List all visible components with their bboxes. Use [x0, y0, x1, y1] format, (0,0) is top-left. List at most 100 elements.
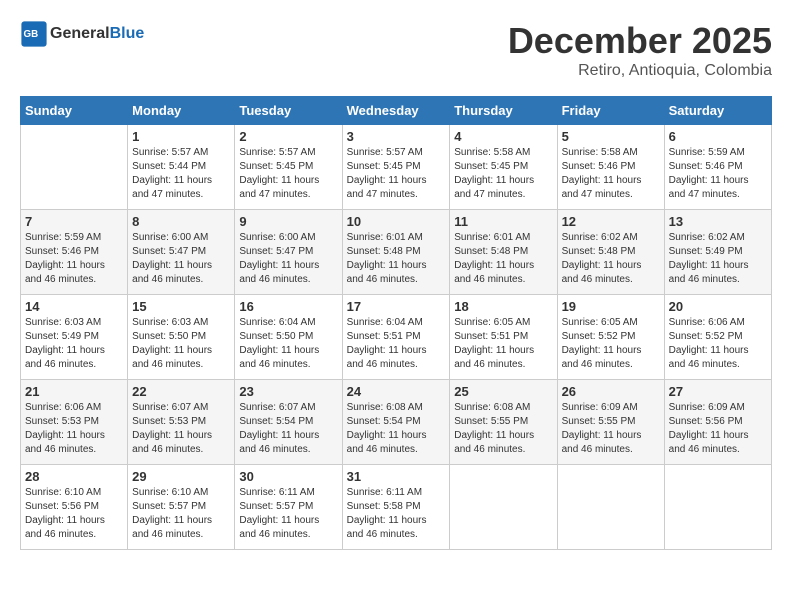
calendar-cell: 17Sunrise: 6:04 AM Sunset: 5:51 PM Dayli… — [342, 295, 450, 380]
calendar-cell: 31 Sunrise: 6:11 AM Sunset: 5:58 PM Dayli… — [342, 465, 450, 550]
day-number: 10 — [347, 214, 446, 229]
day-info: Sunrise: 6:08 AM Sunset: 5:54 PM Dayligh… — [347, 401, 446, 457]
weekday-header-sunday: Sunday — [21, 97, 128, 125]
weekday-header-thursday: Thursday — [450, 97, 557, 125]
calendar-cell: 16 Sunrise: 6:04 AM Sunset: 5:50 PM Dayli… — [235, 295, 342, 380]
calendar-cell: 14Sunrise: 6:03 AM Sunset: 5:49 PM Dayli… — [21, 295, 128, 380]
day-number: 16 — [239, 299, 337, 314]
calendar-cell — [21, 125, 128, 210]
calendar-cell: 12 Sunrise: 6:02 AM Sunset: 5:48 PM Dayli… — [557, 210, 664, 295]
calendar-cell: 2Sunrise: 5:57 AM Sunset: 5:45 PM Daylig… — [235, 125, 342, 210]
day-info: Sunrise: 6:04 AM Sunset: 5:50 PM Dayligh… — [239, 316, 337, 372]
day-info: Sunrise: 6:06 AM Sunset: 5:53 PM Dayligh… — [25, 401, 123, 457]
day-info: Sunrise: 5:59 AM Sunset: 5:46 PM Dayligh… — [25, 231, 123, 287]
logo-text-general: General — [50, 25, 110, 42]
day-number: 29 — [132, 469, 230, 484]
day-number: 28 — [25, 469, 123, 484]
calendar-cell: 9 Sunrise: 6:00 AM Sunset: 5:47 PM Daylig… — [235, 210, 342, 295]
calendar-cell: 30 Sunrise: 6:11 AM Sunset: 5:57 PM Dayli… — [235, 465, 342, 550]
month-title: December 2025 — [508, 20, 772, 62]
day-number: 30 — [239, 469, 337, 484]
day-info: Sunrise: 6:00 AM Sunset: 5:47 PM Dayligh… — [132, 231, 230, 287]
calendar-cell: 27 Sunrise: 6:09 AM Sunset: 5:56 PM Dayli… — [664, 380, 771, 465]
day-info: Sunrise: 6:01 AM Sunset: 5:48 PM Dayligh… — [347, 231, 446, 287]
calendar-cell: 13 Sunrise: 6:02 AM Sunset: 5:49 PM Dayli… — [664, 210, 771, 295]
calendar-cell: 11 Sunrise: 6:01 AM Sunset: 5:48 PM Dayli… — [450, 210, 557, 295]
day-info: Sunrise: 6:02 AM Sunset: 5:49 PM Dayligh… — [669, 231, 767, 287]
day-number: 4 — [454, 129, 552, 144]
calendar-cell: 21Sunrise: 6:06 AM Sunset: 5:53 PM Dayli… — [21, 380, 128, 465]
logo-text-blue: Blue — [110, 25, 145, 42]
day-info: Sunrise: 6:07 AM Sunset: 5:54 PM Dayligh… — [239, 401, 337, 457]
calendar-cell: 3Sunrise: 5:57 AM Sunset: 5:45 PM Daylig… — [342, 125, 450, 210]
svg-text:GB: GB — [24, 29, 39, 40]
weekday-header-tuesday: Tuesday — [235, 97, 342, 125]
calendar-cell: 1 Sunrise: 5:57 AM Sunset: 5:44 PM Daylig… — [128, 125, 235, 210]
calendar-week-3: 14Sunrise: 6:03 AM Sunset: 5:49 PM Dayli… — [21, 295, 772, 380]
calendar-cell — [557, 465, 664, 550]
day-info: Sunrise: 6:07 AM Sunset: 5:53 PM Dayligh… — [132, 401, 230, 457]
calendar-cell: 19 Sunrise: 6:05 AM Sunset: 5:52 PM Dayli… — [557, 295, 664, 380]
day-info: Sunrise: 6:03 AM Sunset: 5:50 PM Dayligh… — [132, 316, 230, 372]
day-info: Sunrise: 6:09 AM Sunset: 5:56 PM Dayligh… — [669, 401, 767, 457]
day-number: 6 — [669, 129, 767, 144]
day-number: 31 — [347, 469, 446, 484]
calendar-cell — [664, 465, 771, 550]
weekday-header-row: SundayMondayTuesdayWednesdayThursdayFrid… — [21, 97, 772, 125]
calendar-cell: 15 Sunrise: 6:03 AM Sunset: 5:50 PM Dayli… — [128, 295, 235, 380]
calendar-week-1: 1 Sunrise: 5:57 AM Sunset: 5:44 PM Daylig… — [21, 125, 772, 210]
day-number: 13 — [669, 214, 767, 229]
day-info: Sunrise: 5:57 AM Sunset: 5:45 PM Dayligh… — [239, 146, 337, 202]
day-number: 17 — [347, 299, 446, 314]
logo-icon: GB — [20, 20, 48, 48]
day-number: 11 — [454, 214, 552, 229]
calendar-cell: 29 Sunrise: 6:10 AM Sunset: 5:57 PM Dayli… — [128, 465, 235, 550]
calendar-week-4: 21Sunrise: 6:06 AM Sunset: 5:53 PM Dayli… — [21, 380, 772, 465]
calendar-cell: 18 Sunrise: 6:05 AM Sunset: 5:51 PM Dayli… — [450, 295, 557, 380]
day-number: 26 — [562, 384, 660, 399]
calendar-body: 1 Sunrise: 5:57 AM Sunset: 5:44 PM Daylig… — [21, 125, 772, 550]
day-info: Sunrise: 5:57 AM Sunset: 5:45 PM Dayligh… — [347, 146, 446, 202]
title-area: December 2025 Retiro, Antioquia, Colombi… — [508, 20, 772, 80]
day-info: Sunrise: 5:58 AM Sunset: 5:45 PM Dayligh… — [454, 146, 552, 202]
day-number: 27 — [669, 384, 767, 399]
day-info: Sunrise: 5:58 AM Sunset: 5:46 PM Dayligh… — [562, 146, 660, 202]
logo: GB GeneralBlue — [20, 20, 144, 48]
day-info: Sunrise: 6:06 AM Sunset: 5:52 PM Dayligh… — [669, 316, 767, 372]
calendar-cell: 26Sunrise: 6:09 AM Sunset: 5:55 PM Dayli… — [557, 380, 664, 465]
day-info: Sunrise: 6:00 AM Sunset: 5:47 PM Dayligh… — [239, 231, 337, 287]
day-info: Sunrise: 6:11 AM Sunset: 5:58 PM Dayligh… — [347, 486, 446, 542]
calendar-cell: 28Sunrise: 6:10 AM Sunset: 5:56 PM Dayli… — [21, 465, 128, 550]
calendar-cell: 25Sunrise: 6:08 AM Sunset: 5:55 PM Dayli… — [450, 380, 557, 465]
day-number: 14 — [25, 299, 123, 314]
calendar-cell — [450, 465, 557, 550]
day-info: Sunrise: 6:05 AM Sunset: 5:52 PM Dayligh… — [562, 316, 660, 372]
calendar-cell: 23 Sunrise: 6:07 AM Sunset: 5:54 PM Dayli… — [235, 380, 342, 465]
day-info: Sunrise: 6:08 AM Sunset: 5:55 PM Dayligh… — [454, 401, 552, 457]
day-number: 12 — [562, 214, 660, 229]
day-number: 19 — [562, 299, 660, 314]
day-number: 24 — [347, 384, 446, 399]
calendar-cell: 6Sunrise: 5:59 AM Sunset: 5:46 PM Daylig… — [664, 125, 771, 210]
day-info: Sunrise: 6:11 AM Sunset: 5:57 PM Dayligh… — [239, 486, 337, 542]
calendar-cell: 8Sunrise: 6:00 AM Sunset: 5:47 PM Daylig… — [128, 210, 235, 295]
day-info: Sunrise: 6:10 AM Sunset: 5:57 PM Dayligh… — [132, 486, 230, 542]
day-number: 23 — [239, 384, 337, 399]
calendar-cell: 24 Sunrise: 6:08 AM Sunset: 5:54 PM Dayli… — [342, 380, 450, 465]
day-number: 9 — [239, 214, 337, 229]
day-number: 15 — [132, 299, 230, 314]
day-number: 18 — [454, 299, 552, 314]
day-info: Sunrise: 6:02 AM Sunset: 5:48 PM Dayligh… — [562, 231, 660, 287]
day-info: Sunrise: 6:05 AM Sunset: 5:51 PM Dayligh… — [454, 316, 552, 372]
weekday-header-saturday: Saturday — [664, 97, 771, 125]
weekday-header-monday: Monday — [128, 97, 235, 125]
calendar-table: SundayMondayTuesdayWednesdayThursdayFrid… — [20, 96, 772, 550]
calendar-cell: 4 Sunrise: 5:58 AM Sunset: 5:45 PM Daylig… — [450, 125, 557, 210]
calendar-cell: 5Sunrise: 5:58 AM Sunset: 5:46 PM Daylig… — [557, 125, 664, 210]
day-number: 7 — [25, 214, 123, 229]
day-number: 22 — [132, 384, 230, 399]
weekday-header-friday: Friday — [557, 97, 664, 125]
day-info: Sunrise: 5:57 AM Sunset: 5:44 PM Dayligh… — [132, 146, 230, 202]
day-number: 1 — [132, 129, 230, 144]
day-info: Sunrise: 6:01 AM Sunset: 5:48 PM Dayligh… — [454, 231, 552, 287]
